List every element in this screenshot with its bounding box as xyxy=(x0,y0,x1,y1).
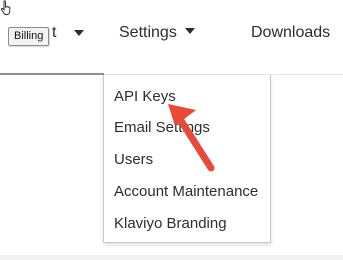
settings-caret-down-icon xyxy=(184,27,195,34)
settings-dropdown-menu: API Keys Email Settings Users Account Ma… xyxy=(103,75,271,243)
screenshot-canvas: t Billing Settings Downloads API Keys Em… xyxy=(0,0,343,260)
top-navigation: t Billing Settings Downloads xyxy=(0,0,343,75)
menu-item-klaviyo-branding[interactable]: Klaviyo Branding xyxy=(114,214,227,234)
menu-item-api-keys[interactable]: API Keys xyxy=(114,87,176,107)
settings-nav-item[interactable]: Settings xyxy=(119,22,195,44)
menu-item-account-maintenance[interactable]: Account Maintenance xyxy=(114,182,258,202)
menu-item-users[interactable]: Users xyxy=(114,150,153,170)
active-nav-underline xyxy=(0,73,104,75)
account-menu-label[interactable]: t xyxy=(52,22,56,44)
downloads-nav-item[interactable]: Downloads xyxy=(251,22,330,44)
billing-tooltip: Billing xyxy=(8,27,50,46)
account-caret-down-icon[interactable] xyxy=(74,30,84,36)
menu-item-email-settings[interactable]: Email Settings xyxy=(114,118,210,138)
settings-nav-label: Settings xyxy=(119,24,177,41)
page-bottom-strip xyxy=(0,255,343,260)
hand-pointer-icon xyxy=(0,0,11,15)
